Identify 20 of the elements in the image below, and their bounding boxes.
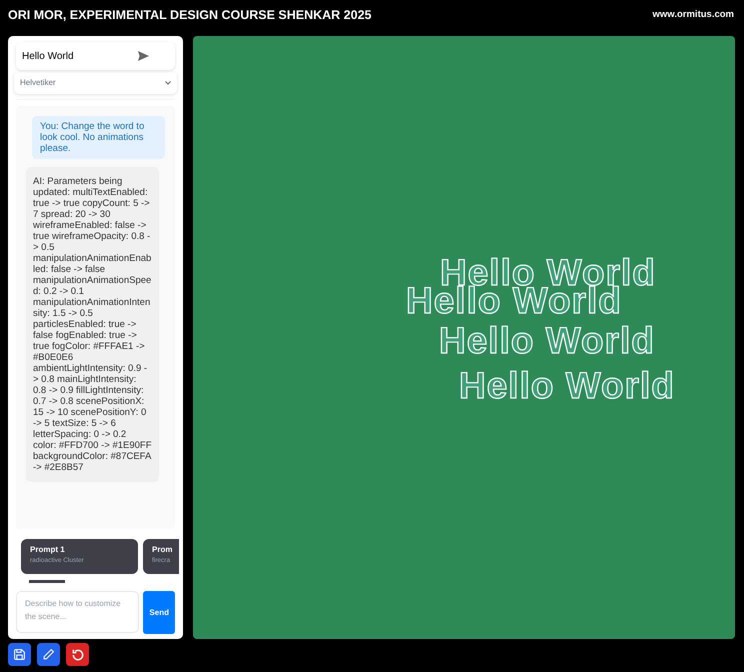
ai-message: AI: Parameters being updated: multiTextEnabled: true -> true copyCount: 5 -> 7 spread: 20 -> 30 wireframeEnabled: false -> true wireframeOpacity: 0.8 -> 0.5 manipulationAnimationEnabled: false -> false manipulationAnimationSpeed: 0.2 -> 0.1 manipulationAnimationIntensity: 1.5 -> 0.5 particlesEnabled: true -> false fogEnabled: true -> true fogColor: #FFFAE1 -> #B0E0E6 ambientLightIntensity: 0.9 -> 0.8 mainLightIntensity: 0.8 -> 0.9 fillLightIntensity: 0.7 -> 0.8 scenePositionX: 15 -> 10 scenePositionY: 0 -> 5 textSize: 5 -> 6 letterSpacing: 0 -> 0.2 color: #FFD700 -> #1E90FF backgroundColor: #87CEFA -> #2E8B57 bbox=[26, 167, 159, 482]
edit-button[interactable] bbox=[37, 643, 60, 666]
prompt-input-field[interactable]: Describe how to customize the scene... bbox=[16, 591, 140, 633]
scene-text: Hello World bbox=[439, 322, 655, 359]
scene-text: Hello World bbox=[459, 367, 675, 404]
page-title: ORI MOR, EXPERIMENTAL DESIGN COURSE SHENKAR 2025 bbox=[8, 6, 372, 24]
user-message: You: Change the word to look cool. No animations please. bbox=[32, 116, 165, 159]
undo-icon bbox=[70, 648, 84, 662]
send-button[interactable]: Send bbox=[143, 591, 175, 634]
scroll-indicator bbox=[29, 580, 65, 583]
pencil-icon bbox=[42, 648, 55, 661]
send-icon[interactable] bbox=[138, 51, 149, 61]
prompt-title: Prom bbox=[152, 544, 172, 556]
save-button[interactable] bbox=[8, 643, 31, 666]
text-input-field[interactable]: Hello World bbox=[16, 42, 175, 70]
reset-button[interactable] bbox=[66, 643, 89, 666]
chevron-down-icon bbox=[165, 81, 171, 85]
font-select[interactable]: Helvetiker bbox=[14, 72, 177, 94]
prompt-title: Prompt 1 bbox=[30, 544, 66, 556]
website-link[interactable]: www.ormitus.com bbox=[652, 8, 734, 22]
